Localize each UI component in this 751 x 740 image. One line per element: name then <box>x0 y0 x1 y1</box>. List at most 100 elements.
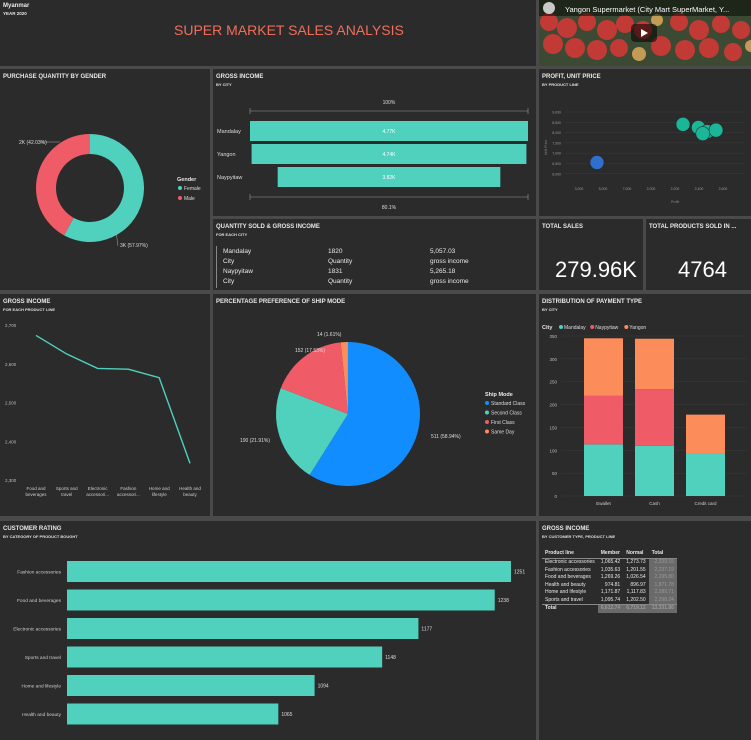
gender-donut-tile: PURCHASE QUANTITY BY GENDER 2K (42.03%) … <box>0 69 210 290</box>
bar-y-tick: 250 <box>549 380 557 385</box>
scatter-y-tick: 6,000 <box>552 172 561 176</box>
total-cell: 2,289.71 <box>648 589 677 597</box>
legend-female-swatch <box>178 186 182 190</box>
member-cell: 1,035.63 <box>600 566 621 573</box>
legend-female-label[interactable]: Female <box>184 186 201 192</box>
stacked-bar-segment[interactable] <box>584 444 623 496</box>
scatter-x-tick: 3,000 <box>575 187 584 191</box>
grand-total-cell: 13,331.86 <box>648 604 677 613</box>
line-x-tick: Fashion <box>120 486 137 491</box>
legend-label[interactable]: Mandalay <box>564 325 586 331</box>
quantity-cell: 1831 <box>328 268 343 275</box>
gender-donut-chart: 2K (42.03%) 3K (57.97%) Gender Female Ma… <box>19 134 201 249</box>
donut-slice-male[interactable] <box>36 134 90 236</box>
tile-subtitle: FOR EACH CITY <box>216 232 248 237</box>
hbar[interactable] <box>67 561 511 582</box>
table-row: Food and beverages 1,269.26 1,026.54 2,2… <box>542 574 677 582</box>
line-y-tick: 2,400 <box>5 439 17 444</box>
stacked-bar-segment[interactable] <box>635 445 674 496</box>
total-products-card: TOTAL PRODUCTS SOLD IN ... 4764 <box>646 219 751 290</box>
header-tile: Myanmar YEAR 2020 SUPER MARKET SALES ANA… <box>0 0 536 66</box>
hbar-category-label: Health and beauty <box>22 712 62 718</box>
funnel-city-label: Naypyitaw <box>217 175 242 181</box>
total-cell: 2,298.24 <box>648 596 677 605</box>
pie-slice-label: 152 (17.53%) <box>295 348 325 354</box>
hbar-category-label: Electronic accessories <box>13 627 61 633</box>
column-header[interactable]: Product line <box>542 548 598 559</box>
funnel-chart: 100% 80.1% 4.77K Mandalay 4.74K Yangon 3.82K… <box>217 100 529 211</box>
stacked-bar-segment[interactable] <box>686 414 725 454</box>
stacked-bar-segment[interactable] <box>635 338 674 390</box>
top-percent-label: 100% <box>383 100 396 106</box>
legend-male-label[interactable]: Male <box>184 196 195 202</box>
hbar-value-label: 1251 <box>514 570 525 576</box>
hbar[interactable] <box>67 703 279 725</box>
pie-slice-label: 190 (21.91%) <box>240 438 270 444</box>
hbar-value-label: 1094 <box>318 684 329 690</box>
hbar[interactable] <box>67 589 495 611</box>
normal-cell: 1,026.54 <box>626 574 646 580</box>
hbar-value-label: 1148 <box>385 655 396 661</box>
payment-type-tile: DISTRIBUTION OF PAYMENT TYPE BY CITY Cit… <box>539 294 751 516</box>
column-header[interactable]: Member <box>597 548 624 559</box>
table-row: Mandalay 1820 5,057.03 <box>223 248 475 256</box>
scatter-y-tick: 6,500 <box>552 162 561 166</box>
table-header-row: Product line Member Normal Total <box>542 548 677 559</box>
legend-swatch <box>590 325 595 329</box>
quantity-caption: Quantity <box>328 258 353 265</box>
hbar-category-label: Home and lifestyle <box>22 684 62 690</box>
bar-y-tick: 50 <box>552 471 558 476</box>
female-slice-label: 3K (57.97%) <box>120 243 148 249</box>
scatter-chart: 9,000 8,500 8,000 7,500 7,000 6,500 6,000 3,000… <box>544 111 744 204</box>
column-header[interactable]: Total <box>648 548 677 559</box>
hbar[interactable] <box>67 618 419 639</box>
bar-x-tick: Credit card <box>694 501 717 506</box>
legend-label[interactable]: Standard Class <box>491 401 526 407</box>
scatter-y-tick: 7,500 <box>552 141 561 145</box>
line-x-tick: Home and <box>149 486 170 491</box>
funnel-city-label: Yangon <box>217 152 236 158</box>
legend-label[interactable]: Naypyitaw <box>595 325 618 331</box>
dashboard-title: SUPER MARKET SALES ANALYSIS <box>174 22 404 38</box>
income-cell: 5,057.03 <box>430 248 456 255</box>
tile-title: GROSS INCOME <box>542 526 590 532</box>
stacked-bar-segment[interactable] <box>584 395 623 445</box>
hbar-category-label: Sports and travel <box>25 655 61 661</box>
legend-label[interactable]: Yangon <box>629 325 646 331</box>
legend-label[interactable]: Second Class <box>491 411 522 417</box>
scatter-point[interactable] <box>675 117 691 132</box>
normal-cell: 1,117.83 <box>626 589 646 595</box>
bar-y-tick: 0 <box>554 494 557 499</box>
legend-label[interactable]: Same Day <box>491 430 515 436</box>
legend-title: Gender <box>177 177 197 183</box>
stacked-bar-segment[interactable] <box>584 338 623 396</box>
member-cell: 974.81 <box>604 581 621 588</box>
pie-chart: 511 (58.94%) 190 (21.91%) 152 (17.53%) 14 (… <box>240 332 526 486</box>
scatter-point[interactable] <box>708 122 724 138</box>
quantity-cell: 1820 <box>328 248 343 255</box>
normal-total-cell: 6,719.12 <box>623 604 649 613</box>
stacked-bar-segment[interactable] <box>635 389 674 446</box>
bar-y-tick: 300 <box>549 357 557 362</box>
funnel-bar-label: 4.74K <box>382 152 396 158</box>
stacked-bar-segment[interactable] <box>686 453 725 496</box>
table-row: City Quantity gross income <box>223 278 475 286</box>
quantity-income-table: Mandalay 1820 5,057.03 City Quantity gro… <box>216 246 477 288</box>
scatter-point[interactable] <box>695 126 711 141</box>
column-header[interactable]: Normal <box>623 548 649 559</box>
income-caption: gross income <box>430 258 469 265</box>
city-caption: City <box>223 278 235 285</box>
bar-y-tick: 350 <box>549 334 557 339</box>
line-x-tick: Health and <box>179 486 201 491</box>
hbar[interactable] <box>67 675 315 696</box>
hbar-category-label: Food and beverages <box>17 598 62 604</box>
play-icon[interactable] <box>631 24 657 42</box>
line-series[interactable] <box>35 334 191 464</box>
hbar[interactable] <box>67 646 383 668</box>
legend-title: Ship Mode <box>485 392 513 398</box>
legend-label[interactable]: First Class <box>491 420 515 426</box>
line-x-tick: Sports and <box>56 486 78 491</box>
scatter-point[interactable] <box>589 155 605 170</box>
total-sales-card: TOTAL SALES 279.96K <box>539 219 643 290</box>
city-cell: Mandalay <box>223 248 252 255</box>
